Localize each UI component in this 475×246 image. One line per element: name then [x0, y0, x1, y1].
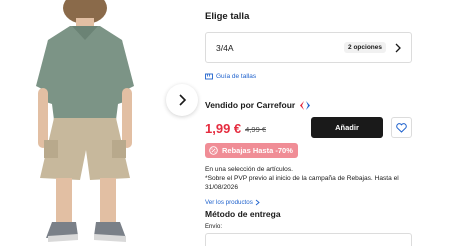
- size-section-title: Elige talla: [205, 11, 250, 22]
- size-guide-link[interactable]: Guía de tallas: [205, 73, 256, 80]
- chevron-right-icon: [395, 43, 401, 52]
- product-purchase-panel: Elige talla 3/4A 2 opciones Guía de tall…: [205, 0, 467, 246]
- add-to-cart-button[interactable]: Añadir: [311, 117, 383, 138]
- view-products-label: Ver los productos: [205, 199, 253, 206]
- shipping-label: Envío:: [205, 224, 223, 230]
- options-count-badge: 2 opciones: [344, 42, 386, 53]
- view-products-link[interactable]: Ver los productos: [205, 199, 260, 206]
- selected-size-value: 3/4A: [216, 42, 234, 53]
- size-selector[interactable]: 3/4A 2 opciones: [205, 32, 412, 63]
- delivery-method-title: Método de entrega: [205, 209, 281, 219]
- shipping-option-box[interactable]: [205, 233, 412, 246]
- carrefour-logo-icon: [300, 100, 311, 110]
- chevron-right-icon: [179, 94, 187, 106]
- percent-tag-icon: [209, 146, 218, 155]
- heart-icon: [396, 122, 407, 133]
- seller-info: Vendido por Carrefour: [205, 100, 311, 110]
- promo-badge[interactable]: Rebajas Hasta -70%: [205, 143, 298, 158]
- product-photo-boy: [36, 0, 134, 242]
- ruler-icon: [205, 73, 213, 80]
- price-row: 1,99 € 4,99 € Añadir: [205, 117, 412, 139]
- seller-label: Vendido por Carrefour: [205, 100, 296, 110]
- current-price: 1,99 €: [205, 120, 242, 136]
- old-price: 4,99 €: [245, 125, 267, 134]
- favorite-button[interactable]: [391, 117, 412, 138]
- chevron-right-icon: [255, 199, 260, 206]
- size-guide-label: Guía de tallas: [216, 73, 257, 80]
- image-next-button[interactable]: [166, 84, 198, 116]
- promo-description: En una selección de artículos. *Sobre el…: [205, 166, 399, 191]
- product-image: [0, 0, 195, 246]
- promo-badge-label: Rebajas Hasta -70%: [222, 146, 293, 155]
